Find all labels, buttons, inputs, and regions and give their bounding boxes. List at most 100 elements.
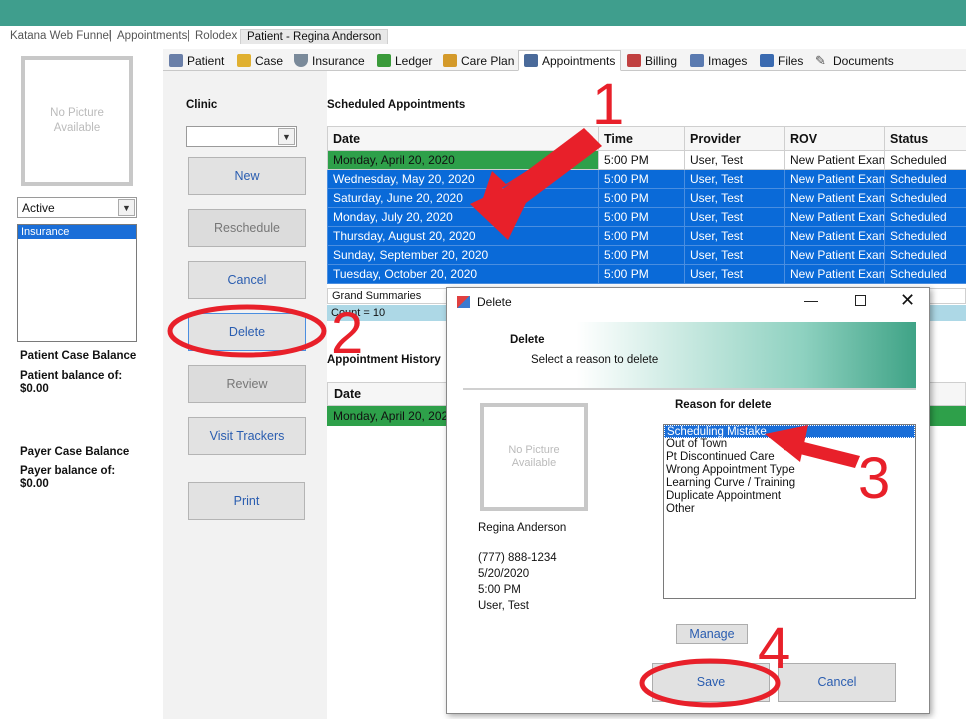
table-row[interactable]: Wednesday, May 20, 2020 5:00 PM User, Te… — [327, 169, 966, 189]
tab-label: Files — [778, 53, 804, 68]
tab-case[interactable]: Case — [237, 51, 283, 70]
payer-balance-value: $0.00 — [20, 478, 49, 490]
tab-care-plan[interactable]: Care Plan — [443, 51, 514, 70]
tab-insurance[interactable]: Insurance — [294, 51, 365, 70]
scheduled-appointments-table: Date Time Provider ROV Status Monday, Ap… — [327, 126, 966, 284]
files-icon — [760, 54, 774, 67]
column-header-rov[interactable]: ROV — [784, 126, 885, 151]
patient-tabs: Patient Case Insurance Ledger Care Plan … — [163, 49, 966, 71]
tab-label: Care Plan — [461, 53, 515, 68]
delete-button[interactable]: Delete — [188, 313, 306, 351]
manage-button[interactable]: Manage — [676, 624, 748, 644]
table-cell: Wednesday, May 20, 2020 — [327, 169, 599, 189]
reschedule-button[interactable]: Reschedule — [188, 209, 306, 247]
dialog-date: 5/20/2020 — [478, 568, 530, 580]
app-icon — [457, 296, 470, 308]
table-cell: New Patient Exam — [784, 264, 885, 284]
breadcrumb-rolodex[interactable]: Rolodex — [195, 30, 237, 42]
table-row[interactable]: Sunday, September 20, 2020 5:00 PM User,… — [327, 245, 966, 265]
dialog-title: Delete — [477, 295, 512, 309]
tab-documents[interactable]: ✎ Documents — [815, 51, 894, 70]
calendar-icon — [524, 54, 538, 67]
table-cell: 5:00 PM — [598, 188, 685, 208]
table-header-row: Date Time Provider ROV Status — [327, 126, 966, 151]
clinic-select[interactable]: ▼ — [186, 126, 297, 147]
table-cell: Thursday, August 20, 2020 — [327, 226, 599, 246]
table-cell: Scheduled — [884, 207, 966, 227]
new-button[interactable]: New — [188, 157, 306, 195]
table-cell: Sunday, September 20, 2020 — [327, 245, 599, 265]
cancel-button[interactable]: Cancel — [188, 261, 306, 299]
table-cell: Scheduled — [884, 150, 966, 170]
table-cell: User, Test — [684, 188, 785, 208]
annotation-number-4: 4 — [758, 616, 791, 681]
column-header-status[interactable]: Status — [884, 126, 966, 151]
minimize-icon[interactable]: — — [804, 292, 818, 308]
table-cell: New Patient Exam — [784, 150, 885, 170]
images-icon — [690, 54, 704, 67]
dialog-cancel-button[interactable]: Cancel — [778, 663, 896, 702]
payer-case-balance-heading: Payer Case Balance — [20, 446, 130, 458]
chevron-down-icon[interactable]: ▼ — [278, 128, 295, 145]
case-listbox[interactable]: Insurance — [17, 224, 137, 342]
tab-label: Insurance — [312, 53, 365, 68]
dialog-patient-name: Regina Anderson — [478, 522, 567, 534]
tab-label: Appointments — [542, 53, 616, 68]
spreadsheet-icon — [627, 54, 641, 67]
scheduled-appointments-title: Scheduled Appointments — [327, 99, 466, 111]
top-bar — [0, 0, 966, 26]
table-cell: New Patient Exam — [784, 245, 885, 265]
tab-images[interactable]: Images — [690, 51, 747, 70]
table-cell: Saturday, June 20, 2020 — [327, 188, 599, 208]
tab-ledger[interactable]: Ledger — [377, 51, 432, 70]
table-cell: User, Test — [684, 169, 785, 189]
breadcrumb-separator: | — [187, 30, 190, 42]
tab-label: Images — [708, 53, 748, 68]
dialog-header-title: Delete — [510, 334, 545, 346]
breadcrumb-katana[interactable]: Katana Web Funnel — [10, 30, 111, 42]
list-item[interactable]: Insurance — [18, 225, 136, 239]
column-header-date[interactable]: Date — [327, 126, 599, 151]
save-button[interactable]: Save — [652, 663, 770, 702]
breadcrumb-patient[interactable]: Patient - Regina Anderson — [240, 29, 389, 44]
table-cell: New Patient Exam — [784, 188, 885, 208]
no-picture-text: No Picture Available — [50, 107, 104, 134]
table-cell: User, Test — [684, 150, 785, 170]
patient-balance-value: $0.00 — [20, 383, 49, 395]
table-cell: 5:00 PM — [598, 150, 685, 170]
tab-label: Billing — [645, 53, 678, 68]
table-row[interactable]: Tuesday, October 20, 2020 5:00 PM User, … — [327, 264, 966, 284]
table-cell: User, Test — [684, 226, 785, 246]
status-select[interactable]: Active ▼ — [17, 197, 137, 218]
table-row[interactable]: Monday, July 20, 2020 5:00 PM User, Test… — [327, 207, 966, 227]
table-cell: Scheduled — [884, 169, 966, 189]
table-cell: New Patient Exam — [784, 226, 885, 246]
print-button[interactable]: Print — [188, 482, 305, 520]
tab-files[interactable]: Files — [760, 51, 803, 70]
dialog-header-subtitle: Select a reason to delete — [531, 354, 659, 366]
patient-case-balance-heading: Patient Case Balance — [20, 350, 137, 362]
table-cell: User, Test — [684, 264, 785, 284]
table-cell: User, Test — [684, 245, 785, 265]
tab-billing[interactable]: Billing — [627, 51, 677, 70]
close-icon[interactable]: ✕ — [900, 290, 915, 311]
table-cell: Tuesday, October 20, 2020 — [327, 264, 599, 284]
list-item[interactable]: Scheduling Mistake — [664, 425, 915, 438]
tab-patient[interactable]: Patient — [169, 51, 224, 70]
payer-balance-label: Payer balance of: — [20, 465, 116, 477]
status-select-value: Active — [22, 201, 55, 215]
table-row[interactable]: Monday, April 20, 2020 5:00 PM User, Tes… — [327, 150, 966, 170]
table-row[interactable]: Saturday, June 20, 2020 5:00 PM User, Te… — [327, 188, 966, 208]
dialog-phone: (777) 888-1234 — [478, 552, 557, 564]
shield-icon — [294, 54, 308, 67]
maximize-icon[interactable] — [855, 295, 866, 306]
review-button[interactable]: Review — [188, 365, 306, 403]
chevron-down-icon[interactable]: ▼ — [118, 199, 135, 216]
tab-label: Documents — [833, 53, 894, 68]
visit-trackers-button[interactable]: Visit Trackers — [188, 417, 306, 455]
table-cell: New Patient Exam — [784, 207, 885, 227]
tab-appointments[interactable]: Appointments — [518, 50, 622, 71]
table-row[interactable]: Thursday, August 20, 2020 5:00 PM User, … — [327, 226, 966, 246]
breadcrumb-appointments[interactable]: Appointments — [117, 30, 187, 42]
column-header-provider[interactable]: Provider — [684, 126, 785, 151]
